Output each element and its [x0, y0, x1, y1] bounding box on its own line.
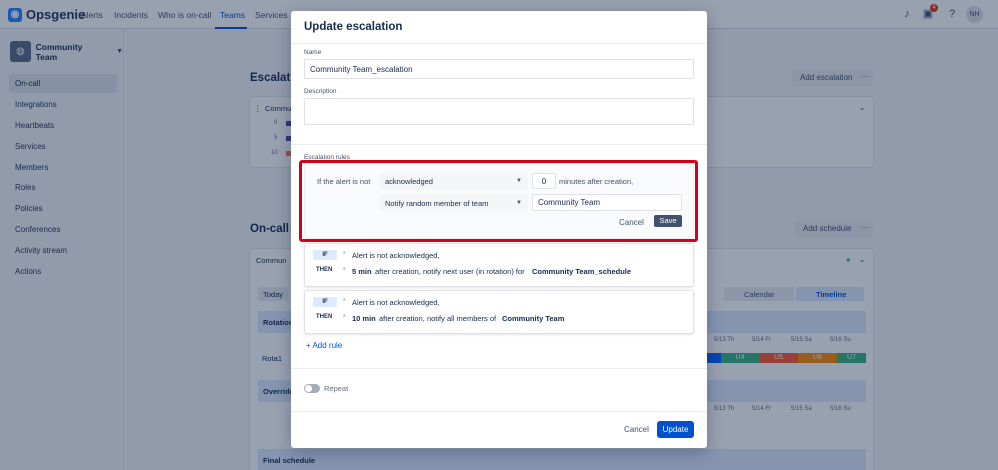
rule-minutes: 10 min: [352, 314, 376, 323]
bullet-icon: •: [343, 297, 346, 304]
then-tag: THEN: [316, 314, 333, 320]
rule-then-text: after creation, notify all members of: [379, 314, 497, 323]
name-input-value: Community Team_escalation: [310, 64, 413, 74]
bullet-icon: •: [343, 313, 346, 320]
repeat-label: Repeat: [324, 384, 349, 393]
description-label: Description: [304, 88, 337, 95]
bullet-icon: •: [343, 266, 346, 273]
add-rule-link[interactable]: + Add rule: [306, 341, 342, 350]
rule-then-text: after creation, notify next user (in rot…: [375, 267, 525, 276]
escalation-rule-1[interactable]: IF • Alert is not acknowledged, THEN • 5…: [304, 243, 694, 287]
highlight-box: [299, 160, 698, 242]
description-textarea[interactable]: [304, 98, 694, 125]
dialog-title: Update escalation: [304, 21, 403, 33]
name-label: Name: [304, 49, 322, 56]
name-input[interactable]: Community Team_escalation: [304, 59, 694, 79]
cancel-button[interactable]: Cancel: [624, 425, 649, 434]
if-tag: IF: [313, 250, 337, 260]
rule-minutes: 5 min: [352, 267, 372, 276]
divider: [291, 144, 707, 145]
update-button[interactable]: Update: [657, 421, 694, 438]
repeat-toggle[interactable]: [304, 384, 320, 393]
rule-target: Community Team_schedule: [532, 267, 632, 276]
then-tag: THEN: [316, 267, 333, 273]
escalation-rule-2[interactable]: IF • Alert is not acknowledged, THEN • 1…: [304, 290, 694, 334]
divider: [291, 43, 707, 44]
rule-if-text: Alert is not acknowledged,: [352, 298, 440, 307]
bullet-icon: •: [343, 250, 346, 257]
divider: [291, 368, 707, 369]
rule-if-text: Alert is not acknowledged,: [352, 251, 440, 260]
divider: [291, 411, 707, 412]
if-tag: IF: [313, 297, 337, 307]
rule-target: Community Team: [502, 314, 565, 323]
